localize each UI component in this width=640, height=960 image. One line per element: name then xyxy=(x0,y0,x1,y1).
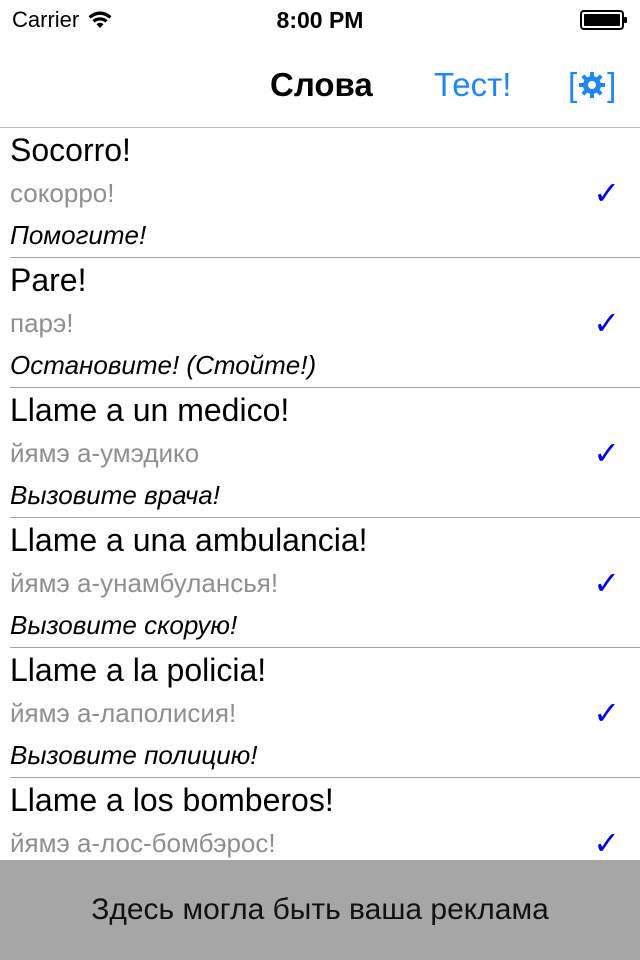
transcription: йямэ а-лаполисия! xyxy=(10,698,237,728)
transcription: сокорро! xyxy=(10,178,115,208)
translation: Вызовите полицию! xyxy=(10,740,258,770)
list-item[interactable]: Socorro! сокорро! Помогите! ✓ xyxy=(10,128,640,258)
battery-icon xyxy=(580,10,627,30)
transcription: йямэ а-умэдико xyxy=(10,438,200,468)
check-icon[interactable]: ✓ xyxy=(593,694,620,732)
list-item[interactable]: Pare! парэ! Остановите! (Стойте!) ✓ xyxy=(10,258,640,388)
spanish-phrase: Socorro! xyxy=(10,132,131,168)
settings-button[interactable]: [ ] xyxy=(568,66,616,104)
check-icon[interactable]: ✓ xyxy=(593,824,620,860)
navigation-bar: Слова Тест! [ ] xyxy=(0,40,640,128)
settings-bracket-right: ] xyxy=(607,66,617,103)
translation: Помогите! xyxy=(10,220,147,250)
spanish-phrase: Llame a la policia! xyxy=(10,652,267,688)
list-item[interactable]: Llame a la policia! йямэ а-лаполисия! Вы… xyxy=(10,648,640,778)
spanish-phrase: Llame a un medico! xyxy=(10,392,290,428)
word-list[interactable]: Socorro! сокорро! Помогите! ✓ Pare! парэ… xyxy=(0,128,640,860)
status-bar: Carrier 8:00 PM xyxy=(0,0,640,40)
test-button[interactable]: Тест! xyxy=(434,66,511,104)
ad-banner[interactable]: Здесь могла быть ваша реклама xyxy=(0,860,640,960)
check-icon[interactable]: ✓ xyxy=(593,304,620,342)
spanish-phrase: Pare! xyxy=(10,262,87,298)
list-item[interactable]: Llame a un medico! йямэ а-умэдико Вызови… xyxy=(10,388,640,518)
translation: Остановите! (Стойте!) xyxy=(10,350,317,380)
status-time: 8:00 PM xyxy=(276,7,364,33)
spanish-phrase: Llame a los bomberos! xyxy=(10,782,334,818)
check-icon[interactable]: ✓ xyxy=(593,434,620,472)
translation: Вызовите врача! xyxy=(10,480,220,510)
page-title: Слова xyxy=(270,66,373,103)
translation: Вызовите скорую! xyxy=(10,610,238,640)
transcription: йямэ а-лос-бомбэрос! xyxy=(10,828,276,858)
check-icon[interactable]: ✓ xyxy=(593,174,620,212)
list-item[interactable]: Llame a los bomberos! йямэ а-лос-бомбэро… xyxy=(10,778,640,860)
transcription: йямэ а-унамбулансья! xyxy=(10,568,279,598)
ad-text: Здесь могла быть ваша реклама xyxy=(91,893,549,926)
list-item[interactable]: Llame a una ambulancia! йямэ а-унамбулан… xyxy=(10,518,640,648)
check-icon[interactable]: ✓ xyxy=(593,564,620,602)
gear-icon xyxy=(579,72,606,98)
transcription: парэ! xyxy=(10,308,74,338)
spanish-phrase: Llame a una ambulancia! xyxy=(10,522,368,558)
settings-bracket-left: [ xyxy=(568,66,578,103)
